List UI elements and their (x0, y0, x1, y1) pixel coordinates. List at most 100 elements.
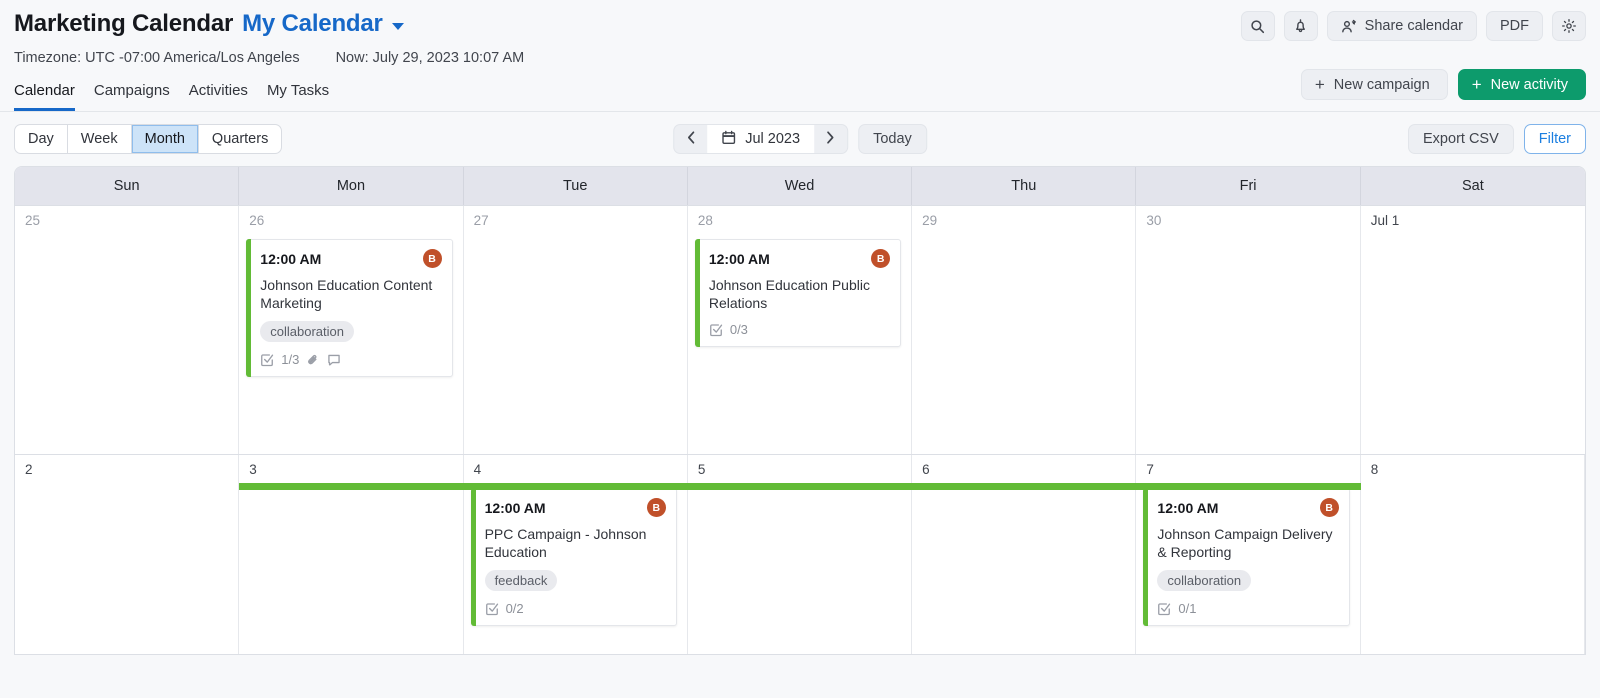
view-quarters[interactable]: Quarters (199, 125, 281, 153)
event-card-footer: 0/2 (485, 601, 666, 616)
view-week[interactable]: Week (68, 125, 132, 153)
task-count: 1/3 (281, 352, 300, 368)
event-card-header: 12:00 AM B (708, 249, 891, 268)
event-time: 12:00 AM (484, 499, 546, 516)
task-count: 0/3 (729, 322, 748, 338)
day-number: 26 (249, 213, 265, 228)
weekday-header-wed: Wed (688, 167, 913, 205)
tab-my-tasks-label: My Tasks (266, 82, 330, 99)
chevron-down-icon[interactable] (391, 22, 404, 30)
event-tag[interactable]: collaboration (260, 321, 354, 343)
day-number: 5 (697, 462, 706, 477)
checklist-icon (260, 353, 274, 367)
search-button[interactable] (1240, 11, 1275, 41)
day-number: 8 (1370, 462, 1379, 477)
today-button[interactable]: Today (858, 124, 927, 154)
date-navigation: Jul 2023 Today (673, 124, 927, 154)
view-switcher: Day Week Month Quarters (14, 124, 283, 154)
tab-calendar-label: Calendar (14, 82, 75, 99)
weekday-header-fri: Fri (1136, 167, 1361, 205)
event-time: 12:00 AM (708, 250, 770, 267)
today-label: Today (873, 131, 912, 147)
checklist-icon (1157, 602, 1171, 616)
plus-icon: + (1471, 75, 1482, 94)
filter-label: Filter (1538, 131, 1571, 147)
calendar-grid: Sun Mon Tue Wed Thu Fri Sat 25 26 12:00 AM… (14, 166, 1586, 655)
view-month-label: Month (144, 131, 185, 147)
event-card-header: 12:00 AM B (260, 249, 442, 268)
day-number: 28 (697, 213, 713, 228)
prev-period-button[interactable] (674, 125, 707, 153)
calendar-day-cell[interactable]: Jul 1 (1361, 206, 1585, 454)
new-campaign-button[interactable]: + New campaign (1300, 69, 1448, 100)
settings-button[interactable] (1552, 11, 1586, 41)
calendar-event-card[interactable]: 12:00 AM B Johnson Education Content Marke… (246, 239, 453, 378)
view-month[interactable]: Month (131, 125, 199, 153)
calendar-day-cell[interactable]: 27 (464, 206, 688, 454)
tabs-row: Calendar Campaigns Activities My Tasks +… (0, 69, 1600, 112)
weekday-header-sun: Sun (15, 167, 240, 205)
calendar-selector-label[interactable]: My Calendar (242, 10, 383, 38)
calendar-day-cell[interactable]: 26 12:00 AM B Johnson Education Content Mar… (239, 206, 464, 454)
day-number: 27 (473, 213, 489, 228)
export-csv-button[interactable]: Export CSV (1408, 124, 1514, 154)
task-count: 0/1 (1178, 601, 1197, 617)
next-period-button[interactable] (814, 125, 847, 153)
avatar[interactable]: B (871, 249, 891, 268)
new-activity-button[interactable]: + New activity (1457, 69, 1586, 100)
tab-activities-label: Activities (188, 82, 248, 99)
calendar-day-cell[interactable]: 2 (15, 455, 240, 654)
tab-campaigns[interactable]: Campaigns (94, 82, 170, 111)
calendar-event-card[interactable]: 12:00 AM B Johnson Campaign Delivery & Rep… (1143, 488, 1350, 627)
campaign-span-bar[interactable] (239, 483, 1361, 490)
period-picker[interactable]: Jul 2023 (707, 125, 815, 153)
day-number: 29 (922, 213, 938, 228)
calendar-day-cell[interactable]: 28 12:00 AM B Johnson Education Public Rela… (688, 206, 913, 454)
event-tag[interactable]: feedback (484, 570, 558, 592)
weekday-header-sat: Sat (1461, 178, 1484, 194)
calendar-day-cell[interactable]: 8 (1361, 455, 1585, 654)
calendar-day-cell[interactable]: 30 (1136, 206, 1361, 454)
toolbar-right-actions: Export CSV Filter (1408, 124, 1586, 154)
tab-calendar[interactable]: Calendar (14, 82, 75, 111)
calendar-day-cell[interactable]: 25 (15, 206, 240, 454)
chevron-left-icon (687, 130, 695, 148)
day-number: 7 (1146, 462, 1154, 477)
day-number: 3 (249, 462, 257, 477)
event-card-footer: 0/3 (709, 322, 890, 337)
tab-campaigns-label: Campaigns (93, 82, 170, 99)
meta-row: Timezone: UTC -07:00 America/Los Angeles… (14, 50, 1584, 66)
checklist-icon (709, 323, 723, 337)
share-calendar-button[interactable]: Share calendar (1326, 11, 1477, 41)
filter-button[interactable]: Filter (1523, 124, 1586, 154)
pdf-button[interactable]: PDF (1486, 11, 1543, 41)
notifications-button[interactable] (1283, 11, 1318, 41)
view-day[interactable]: Day (15, 125, 68, 153)
event-card-footer: 0/1 (1157, 601, 1338, 616)
avatar[interactable]: B (1319, 498, 1339, 517)
avatar[interactable]: B (646, 498, 666, 517)
checklist-icon (485, 602, 499, 616)
calendar-event-card[interactable]: 12:00 AM B Johnson Education Public Relati… (694, 239, 902, 348)
event-card-header: 12:00 AM B (1157, 498, 1339, 517)
tab-my-tasks[interactable]: My Tasks (267, 82, 329, 111)
page-header: Marketing Calendar My Calendar Timezone:… (0, 0, 1600, 66)
calendar-day-cell[interactable]: 29 (912, 206, 1137, 454)
calendar-event-card[interactable]: 12:00 AM B PPC Campaign - Johnson Educatio… (470, 488, 677, 627)
weekday-header-thu: Thu (912, 167, 1137, 205)
view-quarters-label: Quarters (211, 131, 269, 147)
export-csv-label: Export CSV (1423, 131, 1499, 147)
people-icon (1341, 19, 1358, 34)
calendar-week-row: 25 26 12:00 AM B Johnson Education Content M… (15, 205, 1585, 454)
comment-icon (327, 353, 341, 367)
event-card-header: 12:00 AM B (485, 498, 666, 517)
tab-activities[interactable]: Activities (189, 82, 248, 111)
timezone-label: Timezone: UTC -07:00 America/Los Angeles (14, 50, 300, 66)
avatar[interactable]: B (422, 249, 442, 268)
period-label: Jul 2023 (745, 131, 801, 147)
now-label: Now: July 29, 2023 10:07 AM (335, 50, 525, 66)
event-title: Johnson Education Content Marketing (260, 277, 433, 312)
event-tag[interactable]: collaboration (1157, 570, 1252, 592)
event-title: Johnson Campaign Delivery & Reporting (1157, 526, 1333, 561)
event-time: 12:00 AM (1157, 499, 1219, 516)
